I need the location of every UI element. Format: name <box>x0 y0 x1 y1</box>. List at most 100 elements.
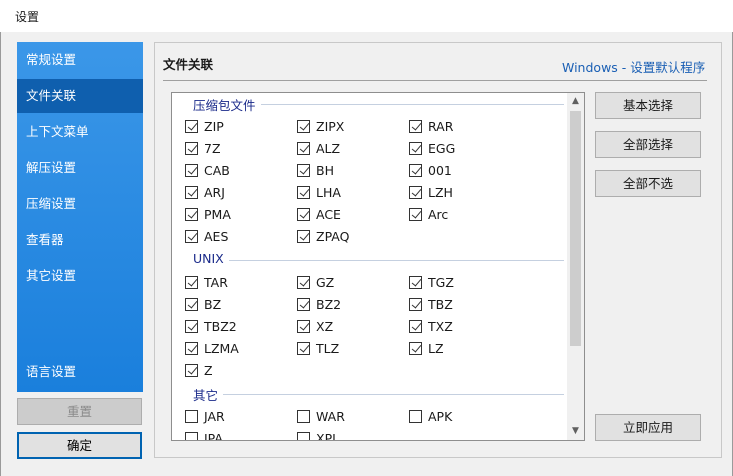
sidebar-item-viewer[interactable]: 查看器 <box>17 223 143 257</box>
file-type-checkbox[interactable]: 001 <box>409 161 452 179</box>
file-type-checkbox[interactable]: IPA <box>185 429 223 440</box>
checkbox-label: BH <box>316 162 334 178</box>
file-type-checkbox[interactable]: 7Z <box>185 139 221 157</box>
checkbox-label: ZIP <box>204 118 224 134</box>
group-label: 其它 <box>193 388 219 403</box>
checkbox[interactable] <box>409 341 422 355</box>
file-type-checkbox[interactable]: AES <box>185 227 228 245</box>
reset-button[interactable]: 重置 <box>17 398 142 425</box>
sidebar-item-language[interactable]: 语言设置 <box>17 355 143 389</box>
file-type-checkbox[interactable]: LZ <box>409 339 444 357</box>
checkbox-label: Arc <box>428 206 449 222</box>
checkbox[interactable] <box>409 119 422 133</box>
file-type-list[interactable]: 压缩包文件 ZIP ZIPX RAR 7Z ALZ EGG CAB BH 001 ARJ LHA LZH… <box>171 92 585 441</box>
sidebar-item-file-association[interactable]: 文件关联 <box>17 79 143 113</box>
checkbox[interactable] <box>185 275 198 289</box>
checkbox[interactable] <box>409 297 422 311</box>
file-type-checkbox[interactable]: Z <box>185 361 213 379</box>
file-type-checkbox[interactable]: TLZ <box>297 339 339 357</box>
file-type-checkbox[interactable]: CAB <box>185 161 230 179</box>
basic-select-button[interactable]: 基本选择 <box>595 92 701 119</box>
chevron-down-icon[interactable]: ▼ <box>567 423 584 440</box>
checkbox[interactable] <box>185 229 198 243</box>
file-type-checkbox[interactable]: TGZ <box>409 273 454 291</box>
file-type-checkbox[interactable]: RAR <box>409 117 453 135</box>
file-type-checkbox[interactable]: TAR <box>185 273 228 291</box>
file-type-checkbox[interactable]: ACE <box>297 205 341 223</box>
file-type-checkbox[interactable]: ALZ <box>297 139 340 157</box>
sidebar-item-compress[interactable]: 压缩设置 <box>17 187 143 221</box>
checkbox[interactable] <box>409 163 422 177</box>
checkbox[interactable] <box>185 363 198 377</box>
select-none-button[interactable]: 全部不选 <box>595 170 701 197</box>
checkbox[interactable] <box>297 141 310 155</box>
file-type-checkbox[interactable]: TBZ2 <box>185 317 237 335</box>
checkbox[interactable] <box>297 163 310 177</box>
file-type-checkbox[interactable]: TXZ <box>409 317 453 335</box>
file-type-checkbox[interactable]: BZ <box>185 295 221 313</box>
file-type-checkbox[interactable]: LZMA <box>185 339 239 357</box>
checkbox[interactable] <box>185 409 198 423</box>
chevron-up-icon[interactable]: ▲ <box>567 93 584 110</box>
file-type-checkbox[interactable]: Arc <box>409 205 448 223</box>
checkbox[interactable] <box>297 431 310 440</box>
file-type-checkbox[interactable]: ZIP <box>185 117 224 135</box>
checkbox-label: TBZ <box>428 296 453 312</box>
checkbox-label: TBZ2 <box>204 318 237 334</box>
header-divider <box>163 80 707 81</box>
file-type-checkbox[interactable]: APK <box>409 407 452 425</box>
checkbox[interactable] <box>185 431 198 440</box>
select-all-button[interactable]: 全部选择 <box>595 131 701 158</box>
default-programs-link[interactable]: Windows - 设置默认程序 <box>562 57 705 76</box>
group-label: UNIX <box>193 251 224 266</box>
checkbox[interactable] <box>185 207 198 221</box>
checkbox[interactable] <box>297 319 310 333</box>
checkbox[interactable] <box>185 119 198 133</box>
file-type-checkbox[interactable]: TBZ <box>409 295 453 313</box>
file-type-checkbox[interactable]: GZ <box>297 273 334 291</box>
checkbox[interactable] <box>297 409 310 423</box>
file-type-checkbox[interactable]: EGG <box>409 139 455 157</box>
ok-button[interactable]: 确定 <box>17 432 142 459</box>
checkbox[interactable] <box>297 275 310 289</box>
checkbox[interactable] <box>297 119 310 133</box>
checkbox[interactable] <box>185 341 198 355</box>
checkbox[interactable] <box>409 409 422 423</box>
file-type-checkbox[interactable]: ZPAQ <box>297 227 349 245</box>
file-type-checkbox[interactable]: XZ <box>297 317 333 335</box>
section-title: 文件关联 <box>163 57 214 72</box>
checkbox[interactable] <box>409 141 422 155</box>
vertical-scrollbar[interactable]: ▲ ▼ <box>567 93 584 440</box>
file-type-checkbox[interactable]: WAR <box>297 407 345 425</box>
checkbox[interactable] <box>297 229 310 243</box>
file-type-checkbox[interactable]: ARJ <box>185 183 225 201</box>
checkbox[interactable] <box>185 319 198 333</box>
checkbox[interactable] <box>185 185 198 199</box>
checkbox[interactable] <box>297 341 310 355</box>
checkbox[interactable] <box>297 185 310 199</box>
file-type-checkbox[interactable]: PMA <box>185 205 231 223</box>
checkbox-label: XZ <box>316 318 334 334</box>
sidebar-item-other[interactable]: 其它设置 <box>17 259 143 293</box>
file-type-checkbox[interactable]: LZH <box>409 183 453 201</box>
checkbox[interactable] <box>409 207 422 221</box>
checkbox[interactable] <box>409 185 422 199</box>
checkbox[interactable] <box>297 207 310 221</box>
checkbox[interactable] <box>185 163 198 177</box>
file-type-checkbox[interactable]: BH <box>297 161 334 179</box>
file-type-checkbox[interactable]: LHA <box>297 183 341 201</box>
checkbox[interactable] <box>185 297 198 311</box>
file-type-checkbox[interactable]: ZIPX <box>297 117 344 135</box>
scroll-thumb[interactable] <box>570 111 581 346</box>
sidebar-item-general[interactable]: 常规设置 <box>17 43 143 77</box>
file-type-checkbox[interactable]: BZ2 <box>297 295 341 313</box>
checkbox[interactable] <box>409 275 422 289</box>
sidebar-item-extract[interactable]: 解压设置 <box>17 151 143 185</box>
checkbox[interactable] <box>409 319 422 333</box>
file-type-checkbox[interactable]: XPI <box>297 429 336 440</box>
file-type-checkbox[interactable]: JAR <box>185 407 225 425</box>
sidebar-item-context-menu[interactable]: 上下文菜单 <box>17 115 143 149</box>
checkbox[interactable] <box>297 297 310 311</box>
apply-now-button[interactable]: 立即应用 <box>595 414 701 441</box>
checkbox[interactable] <box>185 141 198 155</box>
